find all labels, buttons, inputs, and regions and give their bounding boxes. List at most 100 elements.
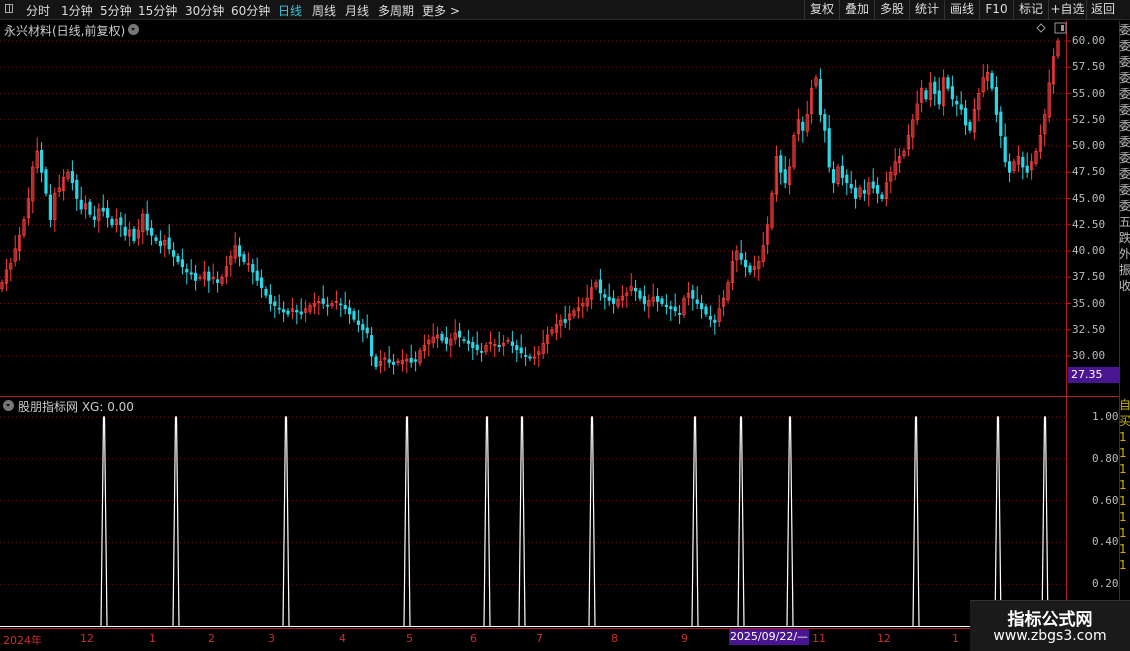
candle-body [642, 296, 647, 304]
candle-body [924, 90, 928, 100]
candle-body [959, 104, 963, 110]
candle-body [937, 90, 941, 105]
price-tick-label: 32.50 [1072, 322, 1106, 336]
candle-body [259, 277, 264, 289]
candle-body [854, 187, 858, 199]
xg-signal-spike [691, 416, 699, 627]
candle-body [823, 114, 827, 131]
candle-body [968, 122, 972, 131]
watermark-title: 指标公式网 [1007, 610, 1093, 630]
candle-body [871, 181, 875, 189]
xg-signal-spike [483, 416, 491, 627]
price-tick-label: 35.00 [1072, 296, 1106, 310]
candle-body [638, 290, 642, 299]
candle-body [845, 174, 849, 184]
candle-body [88, 201, 92, 215]
candle-body [849, 184, 853, 189]
price-tick-label: 40.00 [1072, 244, 1106, 257]
candle-body [519, 347, 523, 354]
panel-toggle-icon[interactable] [1054, 22, 1067, 34]
price-tick-label: 30.00 [1072, 349, 1106, 362]
candle-body [607, 296, 611, 301]
price-tick-label: 50.00 [1072, 139, 1106, 152]
candle-body [528, 356, 532, 359]
candle-body [215, 279, 220, 283]
candle-body [524, 354, 528, 357]
xg-signal-spike [786, 416, 794, 627]
quote-column-bottom: 自 买 1 1 1 1 1 1 1 1 1 [1119, 398, 1130, 572]
candle-body [880, 194, 884, 199]
price-tick-label: 60.00 [1072, 34, 1106, 47]
candle-body [255, 270, 259, 281]
time-label-aug: 8 [611, 632, 618, 645]
candle-body [352, 311, 356, 320]
candle-body [678, 312, 682, 315]
watermark-url: www.zbgs3.com [993, 628, 1107, 644]
candle-body [440, 333, 444, 341]
price-tick-label: 47.50 [1072, 165, 1106, 179]
time-label-dec: 12 [80, 632, 94, 645]
stock-menu-dropdown-icon[interactable] [128, 24, 139, 35]
indicator-tick-label: 0.80 [1092, 451, 1119, 465]
candle-body [325, 304, 330, 307]
candle-body [563, 319, 567, 323]
candle-body [801, 121, 805, 131]
xg-signal-spike [172, 416, 180, 627]
candle-body [149, 227, 154, 236]
candle-body [1008, 161, 1012, 173]
quote-column-labels: 委 委 委 委 委 委 委 委 委 委 委 委 五 跌 外 振 收 [1119, 23, 1130, 293]
time-label-sep: 9 [681, 632, 688, 645]
candle-body [176, 255, 180, 262]
candle-body [339, 303, 343, 306]
diamond-icon[interactable] [1036, 23, 1046, 33]
candle-body [409, 357, 413, 363]
candle-body [994, 87, 999, 115]
candle-body [990, 72, 994, 89]
watermark: 指标公式网 www.zbgs3.com [970, 600, 1130, 651]
indicator-menu-dropdown-icon[interactable] [3, 400, 14, 411]
candle-body [748, 265, 752, 273]
time-label-apr: 4 [339, 632, 346, 645]
candle-body [876, 185, 880, 194]
candle-body [933, 81, 937, 94]
candle-body [123, 226, 127, 236]
candle-body [840, 165, 845, 178]
candle-body [189, 272, 193, 275]
candle-body [185, 268, 189, 273]
candle-body [119, 217, 123, 226]
candle-body [277, 307, 281, 310]
candle-body [413, 359, 418, 362]
candle-body [295, 310, 299, 313]
candle-body [946, 77, 950, 89]
candle-body [347, 307, 352, 315]
candle-body [660, 298, 664, 304]
candle-body [634, 287, 638, 292]
candle-body [171, 250, 176, 257]
candle-body [612, 298, 616, 304]
candle-body [286, 310, 290, 315]
time-label-mar: 3 [268, 632, 275, 645]
price-tick-label: 52.50 [1072, 112, 1106, 126]
candle-body [818, 79, 823, 115]
candle-body [321, 298, 325, 304]
indicator-tick-label: 0.40 [1092, 535, 1119, 549]
kline-chart[interactable] [0, 0, 1130, 650]
candle-body [457, 330, 462, 338]
xg-signal-spike [588, 416, 596, 627]
xg-signal-spike [1041, 416, 1049, 627]
price-tick-label: 42.50 [1072, 217, 1106, 231]
candle-body [656, 295, 660, 302]
xg-signal-spike [282, 416, 290, 627]
candle-body [739, 253, 743, 260]
candle-body [950, 86, 955, 100]
candle-body [110, 218, 114, 226]
candle-body [471, 342, 475, 348]
time-label-may: 5 [406, 632, 413, 645]
candle-body [242, 254, 246, 262]
candle-body [79, 199, 83, 210]
time-label-jun: 6 [470, 632, 477, 645]
candle-body [387, 359, 391, 363]
price-tick-label: 37.50 [1072, 270, 1106, 284]
candle-body [708, 316, 713, 320]
candle-body [101, 207, 105, 212]
